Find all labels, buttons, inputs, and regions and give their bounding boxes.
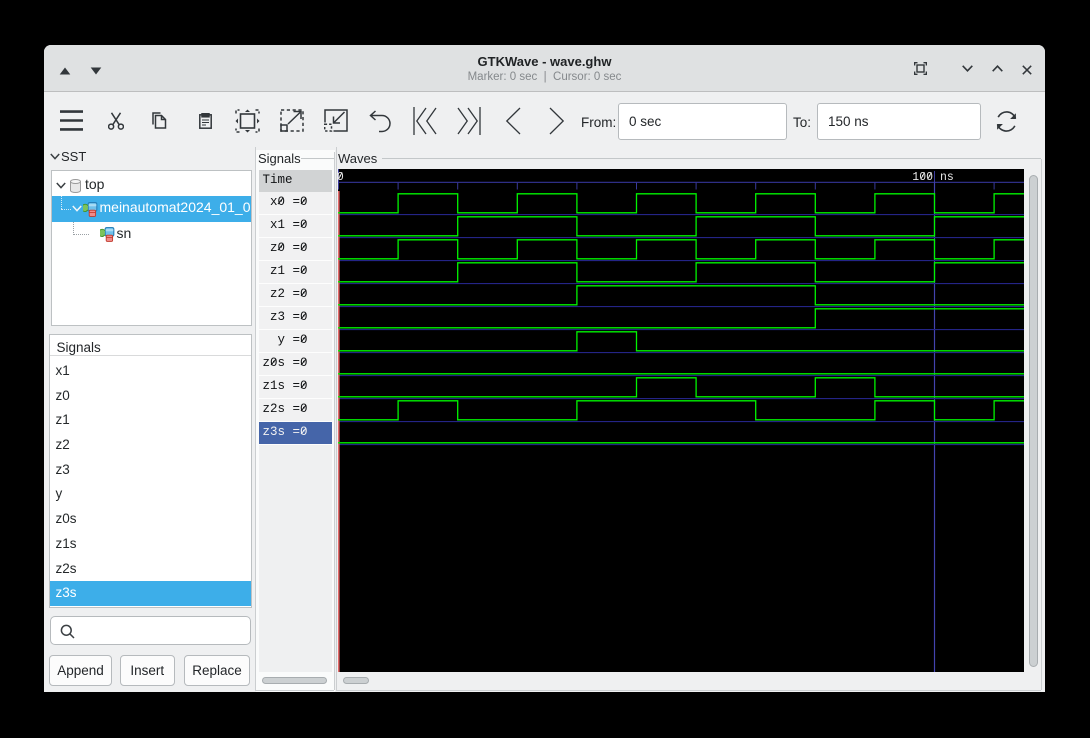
svg-text:100: 100 bbox=[912, 171, 933, 184]
svg-text:ns: ns bbox=[940, 171, 954, 184]
